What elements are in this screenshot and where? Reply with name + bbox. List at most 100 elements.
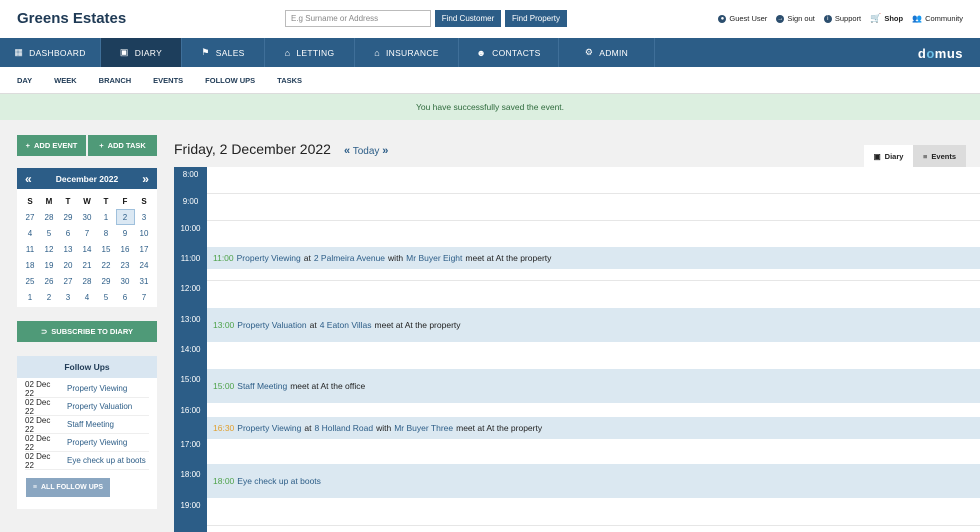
view-tabs: ▣ Diary ≡ Events (864, 145, 966, 167)
support-link[interactable]: i Support (823, 13, 861, 24)
diary-event[interactable]: 11:00 Property Viewing at 2 Palmeira Ave… (207, 247, 980, 269)
calendar-day[interactable]: 6 (116, 289, 135, 305)
calendar-day[interactable]: 9 (116, 225, 135, 241)
calendar-day[interactable]: 21 (78, 257, 97, 273)
sign-out-link[interactable]: → Sign out (776, 13, 815, 24)
nav-admin[interactable]: ⚙ ADMIN (559, 38, 655, 67)
nav-dashboard[interactable]: ▦ DASHBOARD (0, 38, 101, 67)
calendar-day[interactable]: 17 (135, 241, 154, 257)
diary-grid: 8:00 9:00 10:00 11:00 12:00 13:00 14:00 … (174, 167, 980, 532)
calendar-day[interactable]: 31 (135, 273, 154, 289)
subnav-follow-ups[interactable]: FOLLOW UPS (205, 76, 255, 85)
calendar-day[interactable]: 25 (21, 273, 40, 289)
nav-contacts[interactable]: ☻ CONTACTS (459, 38, 559, 67)
community-link[interactable]: 👥 Community (912, 13, 963, 24)
calendar-day[interactable]: 5 (40, 225, 59, 241)
subnav-branch[interactable]: BRANCH (99, 76, 132, 85)
calendar-day[interactable]: 20 (59, 257, 78, 273)
tab-diary[interactable]: ▣ Diary (864, 145, 913, 167)
calendar-day[interactable]: 7 (135, 289, 154, 305)
calendar-day[interactable]: 24 (135, 257, 154, 273)
calendar-day[interactable]: 3 (135, 209, 154, 225)
subscribe-button[interactable]: ⊃ SUBSCRIBE TO DIARY (17, 321, 157, 342)
calendar-day[interactable]: 1 (21, 289, 40, 305)
follow-ups-panel: Follow Ups 02 Dec 22 Property Viewing 02 … (17, 356, 157, 509)
next-day-icon[interactable]: » (382, 145, 388, 157)
calendar-day[interactable]: 23 (116, 257, 135, 273)
calendar-day[interactable]: 29 (59, 209, 78, 225)
find-customer-button[interactable]: Find Customer (435, 10, 501, 27)
calendar-day[interactable]: 1 (97, 209, 116, 225)
calendar-day[interactable]: 22 (97, 257, 116, 273)
sub-nav: DAY WEEK BRANCH EVENTS FOLLOW UPS TASKS (0, 67, 980, 94)
top-links: ● Guest User → Sign out i Support 🛒 Shop 👥 Co… (718, 13, 963, 24)
calendar-day[interactable]: 26 (40, 273, 59, 289)
calendar-day[interactable]: 16 (116, 241, 135, 257)
calendar-day[interactable]: 4 (78, 289, 97, 305)
diary-event[interactable]: 16:30 Property Viewing at 8 Holland Road… (207, 417, 980, 439)
prev-day-icon[interactable]: « (344, 145, 350, 157)
calendar-day[interactable]: 13 (59, 241, 78, 257)
nav-sales[interactable]: ⚑ SALES (182, 38, 265, 67)
calendar-day[interactable]: 2 (115, 209, 135, 225)
chevron-right-icon[interactable]: » (142, 172, 149, 186)
calendar-day[interactable]: 15 (97, 241, 116, 257)
subnav-tasks[interactable]: TASKS (277, 76, 302, 85)
calendar-day-header: T (65, 196, 71, 206)
subnav-day[interactable]: DAY (17, 76, 32, 85)
subnav-week[interactable]: WEEK (54, 76, 77, 85)
calendar-day[interactable]: 12 (40, 241, 59, 257)
follow-up-item[interactable]: 02 Dec 22 Property Viewing (25, 380, 149, 398)
all-follow-ups-button[interactable]: ≡ ALL FOLLOW UPS (26, 478, 110, 497)
plus-icon: + (99, 141, 104, 150)
diary-event[interactable]: 13:00 Property Valuation at 4 Eaton Vill… (207, 308, 980, 342)
calendar-day[interactable]: 11 (21, 241, 40, 257)
diary-event[interactable]: 18:00 Eye check up at boots (207, 464, 980, 498)
calendar-day[interactable]: 27 (21, 209, 40, 225)
tab-events[interactable]: ≡ Events (913, 145, 966, 167)
diary-event[interactable]: 15:00 Staff Meeting meet at At the offic… (207, 369, 980, 403)
calendar-day-header: F (122, 196, 128, 206)
add-task-button[interactable]: + ADD TASK (88, 135, 157, 156)
hour-divider (207, 220, 980, 221)
calendar-day[interactable]: 14 (78, 241, 97, 257)
today-link[interactable]: Today (353, 146, 380, 157)
add-event-button[interactable]: + ADD EVENT (17, 135, 86, 156)
shop-link[interactable]: 🛒 Shop (870, 13, 903, 24)
find-property-button[interactable]: Find Property (505, 10, 567, 27)
guest-user-link[interactable]: ● Guest User (718, 13, 767, 24)
nav-letting[interactable]: ⌂ LETTING (265, 38, 355, 67)
calendar-day[interactable]: 18 (21, 257, 40, 273)
time-column: 8:00 9:00 10:00 11:00 12:00 13:00 14:00 … (174, 167, 207, 532)
calendar-day[interactable]: 28 (40, 209, 59, 225)
calendar-day[interactable]: 3 (59, 289, 78, 305)
calendar-day[interactable]: 28 (78, 273, 97, 289)
calendar-day[interactable]: 19 (40, 257, 59, 273)
users-icon: ☻ (476, 47, 487, 58)
calendar-day[interactable]: 8 (97, 225, 116, 241)
follow-ups-title: Follow Ups (17, 356, 157, 378)
search-input[interactable] (285, 10, 431, 27)
calendar-day[interactable]: 30 (78, 209, 97, 225)
calendar-day[interactable]: 10 (135, 225, 154, 241)
follow-up-item[interactable]: 02 Dec 22 Staff Meeting (25, 416, 149, 434)
calendar-day[interactable]: 30 (116, 273, 135, 289)
home-icon: ⌂ (284, 47, 291, 58)
nav-insurance[interactable]: ⌂ INSURANCE (355, 38, 459, 67)
main-nav: ▦ DASHBOARD ▣ DIARY ⚑ SALES ⌂ LETTING ⌂ INSUR… (0, 38, 980, 67)
calendar-day[interactable]: 5 (97, 289, 116, 305)
calendar-day[interactable]: 6 (59, 225, 78, 241)
calendar-day[interactable]: 4 (21, 225, 40, 241)
calendar-day[interactable]: 7 (78, 225, 97, 241)
subnav-events[interactable]: EVENTS (153, 76, 183, 85)
chevron-left-icon[interactable]: « (25, 172, 32, 186)
calendar-day[interactable]: 29 (97, 273, 116, 289)
users-icon: 👥 (912, 14, 923, 23)
follow-up-item[interactable]: 02 Dec 22 Property Viewing (25, 434, 149, 452)
nav-diary[interactable]: ▣ DIARY (101, 38, 182, 67)
calendar-day[interactable]: 2 (40, 289, 59, 305)
time-label: 16:00 (180, 406, 201, 415)
follow-up-item[interactable]: 02 Dec 22 Property Valuation (25, 398, 149, 416)
follow-up-item[interactable]: 02 Dec 22 Eye check up at boots (25, 452, 149, 470)
calendar-day[interactable]: 27 (59, 273, 78, 289)
